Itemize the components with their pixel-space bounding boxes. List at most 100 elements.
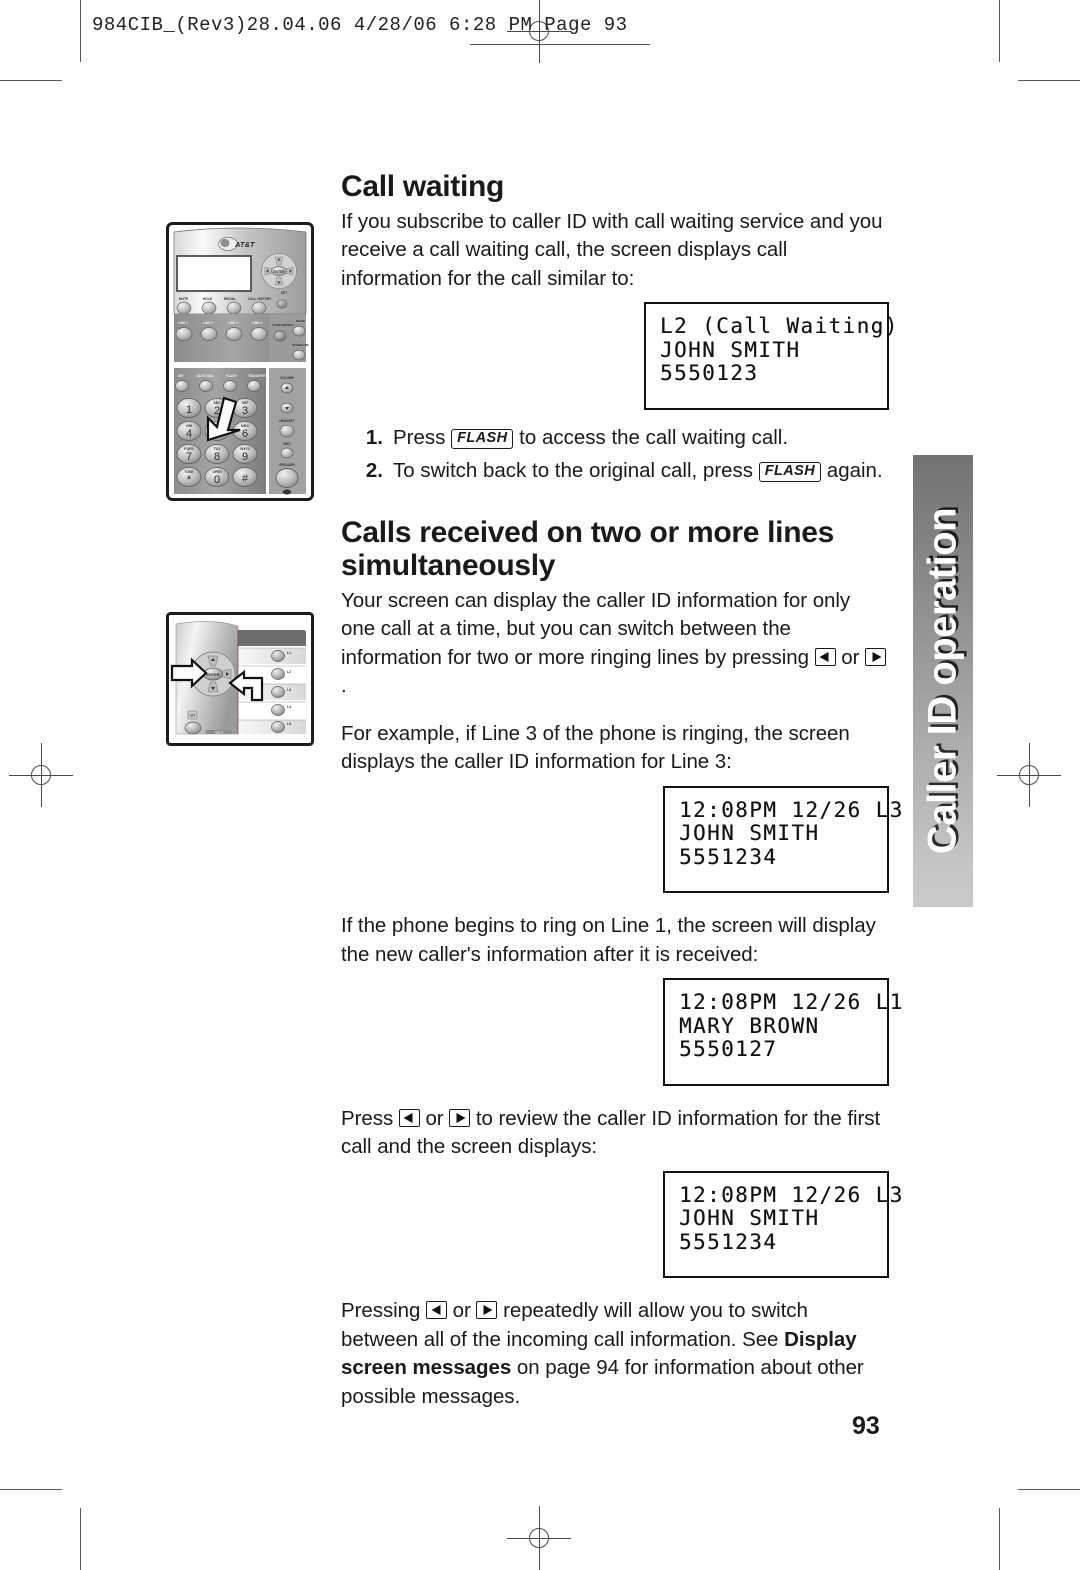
- step-text-post: again.: [821, 459, 883, 483]
- call-waiting-steps: 1. Press FLASH to access the call waiting…: [341, 424, 889, 486]
- lcd-display-line1: 12:08PM 12/26 L1 MARY BROWN 5550127: [663, 978, 904, 1086]
- svg-text:L1: L1: [287, 651, 291, 655]
- svg-text:VOLUME: VOLUME: [280, 376, 294, 380]
- para-conjunction: or: [447, 1299, 477, 1323]
- svg-text:4: 4: [186, 428, 192, 440]
- trim-line-right-bottom: [999, 1508, 1000, 1570]
- svg-text:CALL HISTORY: CALL HISTORY: [248, 297, 272, 301]
- flash-key-glyph: FLASH: [758, 462, 822, 483]
- svg-text:LINE 2: LINE 2: [203, 321, 213, 325]
- step-number: 2.: [365, 459, 383, 483]
- svg-text:CONFERENCE: CONFERENCE: [272, 323, 294, 327]
- trim-line-right-top: [999, 0, 1000, 62]
- svg-text:L2: L2: [287, 670, 291, 674]
- lcd-line-1: L2 (Call Waiting): [660, 314, 899, 339]
- svg-text:DROP: DROP: [296, 319, 305, 323]
- svg-text:REDIAL: REDIAL: [224, 297, 236, 301]
- chapter-side-tab-label: Caller ID operation: [920, 507, 965, 855]
- svg-text:AT&T: AT&T: [234, 240, 256, 249]
- svg-text:3: 3: [242, 405, 248, 417]
- svg-text:L3: L3: [287, 688, 291, 692]
- section-heading-multiple-lines: Calls received on two or more lines simu…: [341, 515, 834, 583]
- svg-text:8: 8: [214, 451, 220, 463]
- svg-text:HEADSET: HEADSET: [279, 419, 294, 423]
- lcd-line-1: 12:08PM 12/26 L1: [679, 990, 904, 1015]
- para-conjunction: or: [835, 645, 865, 669]
- lcd-line-3: 5551234: [679, 844, 778, 869]
- svg-text:DIR: DIR: [178, 374, 184, 378]
- svg-text:SET: SET: [281, 291, 287, 295]
- left-arrow-key-glyph: [814, 647, 836, 666]
- call-waiting-intro: If you subscribe to caller ID with call …: [341, 209, 883, 290]
- step-text-post: to access the call waiting call.: [513, 425, 789, 449]
- svg-text:HOLD: HOLD: [203, 297, 213, 301]
- registration-mark-right: [997, 743, 1061, 807]
- lcd-line-2: JOHN SMITH: [660, 337, 801, 362]
- svg-text:SET: SET: [190, 714, 196, 718]
- svg-text:ENTER: ENTER: [206, 672, 220, 677]
- multiple-lines-para-4: Press or to review the caller ID informa…: [341, 1105, 889, 1162]
- svg-text:7: 7: [186, 451, 192, 463]
- svg-text:ENTER: ENTER: [273, 270, 285, 274]
- trim-line-left-bottom: [80, 1508, 81, 1570]
- svg-text:#: #: [242, 473, 249, 485]
- para-text: Your screen can display the caller ID in…: [341, 588, 851, 669]
- svg-text:LINE 4: LINE 4: [252, 321, 262, 325]
- svg-text:SPEAKER: SPEAKER: [279, 463, 295, 467]
- registration-mark-left: [9, 743, 73, 807]
- multiple-lines-para-5: Pressing or repeatedly will allow you to…: [341, 1297, 889, 1411]
- lcd-line-2: JOHN SMITH: [679, 821, 820, 846]
- telephone-base-illustration: AT&T ENTER MUTE HOLD REDIAL CALL HISTORY…: [166, 222, 314, 501]
- svg-text:L5: L5: [287, 722, 291, 726]
- right-arrow-key-glyph: [865, 647, 886, 666]
- trim-line-top-right: [1018, 80, 1080, 81]
- step-text-pre: Press: [393, 425, 452, 449]
- step-text-pre: To switch back to the original call, pre…: [393, 459, 759, 483]
- para-text-end: .: [341, 674, 347, 698]
- step-number: 1.: [365, 425, 383, 449]
- page-number: 93: [852, 1412, 880, 1440]
- prepress-slug: 984CIB_(Rev3)28.04.06 4/28/06 6:28 PM Pa…: [92, 14, 628, 36]
- multiple-lines-para-1: Your screen can display the caller ID in…: [341, 587, 889, 701]
- lcd-line-2: JOHN SMITH: [679, 1206, 820, 1231]
- para-text: Press: [341, 1106, 399, 1130]
- lcd-line-2: MARY BROWN: [679, 1013, 820, 1038]
- flash-key-glyph: FLASH: [451, 428, 514, 449]
- svg-text:FLASH: FLASH: [226, 374, 237, 378]
- svg-text:L4: L4: [287, 705, 291, 709]
- lcd-line-3: 5550123: [660, 361, 759, 386]
- svg-text:LINE 3: LINE 3: [228, 321, 238, 325]
- lcd-line-3: 5551234: [679, 1229, 778, 1254]
- lcd-line-3: 5550127: [679, 1037, 778, 1062]
- navigation-keys-illustration: L1 L2 L3 L4 L5 SET HOLD ENTER: [166, 612, 314, 746]
- right-arrow-key-glyph: [476, 1301, 498, 1320]
- svg-text:1: 1: [186, 404, 192, 416]
- list-item: 2. To switch back to the original call, p…: [341, 457, 889, 485]
- list-item: 1. Press FLASH to access the call waiting…: [341, 424, 889, 452]
- registration-mark-bottom: [507, 1506, 571, 1570]
- svg-text:AUTO DIAL: AUTO DIAL: [197, 374, 214, 378]
- slug-underline: [470, 44, 650, 45]
- lcd-display-line3: 12:08PM 12/26 L3 JOHN SMITH 5551234: [663, 785, 902, 894]
- svg-text:LINE 1: LINE 1: [178, 321, 188, 325]
- main-content-column: Call waiting If you subscribe to caller …: [341, 170, 904, 1411]
- svg-text:HOLD: HOLD: [215, 730, 224, 734]
- para-conjunction: or: [419, 1106, 450, 1130]
- multiple-lines-para-2: For example, if Line 3 of the phone is r…: [341, 721, 850, 774]
- lcd-line-1: 12:08PM 12/26 L3: [679, 1182, 904, 1207]
- svg-text:0: 0: [214, 474, 220, 486]
- multiple-lines-para-3: If the phone begins to ring on Line 1, t…: [341, 914, 876, 966]
- right-arrow-key-glyph: [449, 1108, 471, 1127]
- trim-line-bottom-right: [1018, 1489, 1080, 1490]
- trim-line-left-top: [80, 0, 81, 62]
- section-heading-call-waiting: Call waiting: [341, 170, 505, 203]
- para-text: Pressing: [341, 1299, 427, 1323]
- svg-text:MUTE: MUTE: [179, 297, 188, 301]
- trim-line-bottom-left: [0, 1489, 62, 1490]
- left-arrow-key-glyph: [426, 1301, 448, 1320]
- lcd-display-first-call: 12:08PM 12/26 L3 JOHN SMITH 5551234: [663, 1170, 904, 1279]
- left-arrow-key-glyph: [398, 1108, 420, 1127]
- svg-text:*: *: [187, 474, 192, 486]
- chapter-side-tab: Caller ID operation: [913, 455, 973, 907]
- svg-text:6: 6: [242, 428, 248, 440]
